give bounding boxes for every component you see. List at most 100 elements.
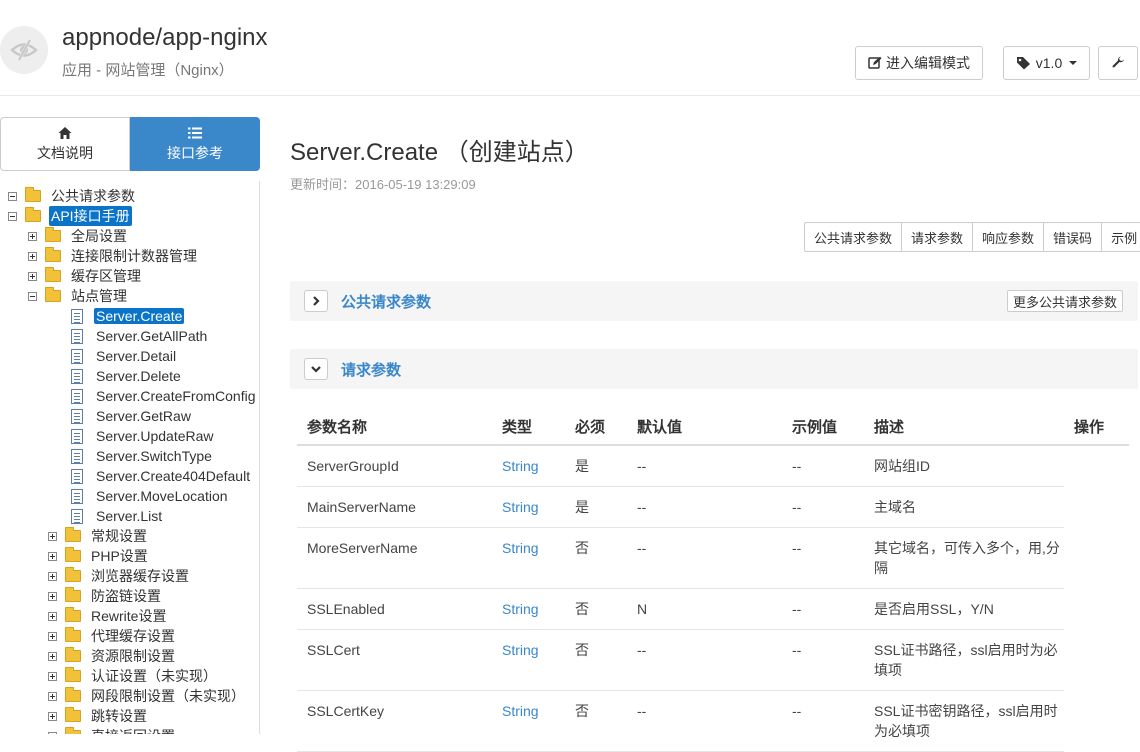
document-icon bbox=[71, 428, 83, 444]
tree-item-label: API接口手册 bbox=[49, 206, 132, 226]
folder-icon bbox=[65, 727, 81, 734]
expand-icon[interactable] bbox=[48, 691, 57, 701]
param-type[interactable]: String bbox=[492, 629, 565, 691]
folder-icon bbox=[65, 607, 81, 622]
collapse-icon[interactable] bbox=[8, 191, 17, 201]
expand-icon[interactable] bbox=[48, 531, 57, 541]
expand-icon[interactable] bbox=[48, 631, 57, 641]
param-description: SSL证书密钥路径，ssl启用时为必填项 bbox=[864, 690, 1064, 752]
expand-icon[interactable] bbox=[48, 571, 57, 581]
expand-icon[interactable] bbox=[48, 671, 57, 681]
tree-item-folder[interactable]: 公共请求参数 bbox=[8, 186, 137, 206]
tree-item-doc[interactable]: Server.CreateFromConfig bbox=[71, 386, 258, 406]
document-icon bbox=[71, 328, 83, 344]
tree-item-doc[interactable]: Server.SwitchType bbox=[71, 446, 214, 466]
param-description: 其它域名，可传入多个，用,分隔 bbox=[864, 527, 1064, 589]
param-actions bbox=[1064, 589, 1129, 630]
chevron-down-icon bbox=[1069, 61, 1078, 65]
tree-item-label: Server.Create bbox=[94, 308, 185, 324]
tree-item-doc[interactable]: Server.MoveLocation bbox=[71, 486, 230, 506]
version-dropdown[interactable]: v1.0 bbox=[1003, 46, 1090, 80]
tree-item-doc[interactable]: Server.Create404Default bbox=[71, 466, 252, 486]
tab-docs-label: 文档说明 bbox=[37, 144, 93, 161]
expand-icon[interactable] bbox=[48, 611, 57, 621]
document-icon bbox=[71, 408, 83, 424]
param-type[interactable]: String bbox=[492, 445, 565, 487]
expand-icon[interactable] bbox=[48, 551, 57, 561]
tab-docs[interactable]: 文档说明 bbox=[0, 117, 130, 171]
tree-item-label: 浏览器缓存设置 bbox=[91, 568, 189, 584]
tree-item-folder[interactable]: 连接限制计数器管理 bbox=[28, 246, 199, 266]
expand-icon[interactable] bbox=[48, 591, 57, 601]
tree-item-folder[interactable]: 网段限制设置（未实现） bbox=[48, 686, 247, 706]
document-icon bbox=[71, 348, 83, 364]
param-actions bbox=[1064, 445, 1129, 487]
section-button-request-params[interactable]: 请求参数 bbox=[902, 223, 974, 251]
tab-api-reference[interactable]: 接口参考 bbox=[130, 117, 260, 171]
document-icon bbox=[71, 308, 83, 324]
tree-item-folder[interactable]: PHP设置 bbox=[48, 546, 150, 566]
param-type[interactable]: String bbox=[492, 486, 565, 528]
expand-toggle[interactable] bbox=[304, 290, 328, 312]
sidebar-tabs: 文档说明 接口参考 bbox=[0, 117, 260, 171]
section-button-public-params[interactable]: 公共请求参数 bbox=[805, 223, 903, 251]
param-type[interactable]: String bbox=[492, 588, 565, 630]
tree-item-folder[interactable]: 全局设置 bbox=[28, 226, 129, 246]
tree-item-folder[interactable]: API接口手册 bbox=[8, 206, 132, 226]
collapse-toggle[interactable] bbox=[304, 358, 328, 380]
tree-item-folder[interactable]: 跳转设置 bbox=[48, 706, 149, 726]
expand-icon[interactable] bbox=[28, 251, 37, 261]
param-type[interactable]: String bbox=[492, 527, 565, 589]
tree-item-folder[interactable]: 代理缓存设置 bbox=[48, 626, 177, 646]
public-params-heading[interactable]: 公共请求参数 bbox=[341, 291, 431, 312]
more-public-params-button[interactable]: 更多公共请求参数 bbox=[1006, 290, 1123, 312]
tree-item-doc[interactable]: Server.GetRaw bbox=[71, 406, 193, 426]
param-example: -- bbox=[782, 486, 864, 528]
section-button-error-codes[interactable]: 错误码 bbox=[1044, 223, 1103, 251]
folder-icon bbox=[65, 707, 81, 722]
tree-item-doc[interactable]: Server.UpdateRaw bbox=[71, 426, 216, 446]
tab-api-reference-label: 接口参考 bbox=[167, 144, 223, 161]
tree-item-folder[interactable]: 缓存区管理 bbox=[28, 266, 143, 286]
tree-item-label: 网段限制设置（未实现） bbox=[91, 688, 245, 704]
tree-item-doc[interactable]: Server.Delete bbox=[71, 366, 183, 386]
document-icon bbox=[71, 488, 83, 504]
folder-icon bbox=[65, 567, 81, 582]
request-params-heading[interactable]: 请求参数 bbox=[341, 359, 401, 380]
column-header: 默认值 bbox=[627, 408, 782, 446]
tree-item-doc[interactable]: Server.Detail bbox=[71, 346, 178, 366]
tree-item-label: 全局设置 bbox=[71, 228, 127, 244]
collapse-icon[interactable] bbox=[28, 291, 37, 301]
tree-item-folder[interactable]: 防盗链设置 bbox=[48, 586, 163, 606]
tree-item-doc[interactable]: Server.List bbox=[71, 506, 164, 526]
tree-item-folder[interactable]: 直接返回设置 bbox=[48, 726, 177, 734]
expand-icon[interactable] bbox=[48, 651, 57, 661]
collapse-icon[interactable] bbox=[8, 211, 17, 221]
param-type[interactable]: String bbox=[492, 690, 565, 752]
tree-item-folder[interactable]: 资源限制设置 bbox=[48, 646, 177, 666]
tree-item-doc[interactable]: Server.Create bbox=[71, 306, 185, 326]
expand-icon[interactable] bbox=[28, 271, 37, 281]
param-actions bbox=[1064, 630, 1129, 691]
tree-item-folder[interactable]: 浏览器缓存设置 bbox=[48, 566, 191, 586]
tree-item-folder[interactable]: Rewrite设置 bbox=[48, 606, 168, 626]
app-header: appnode/app-nginx 应用 - 网站管理（Nginx） 进入编辑模… bbox=[0, 0, 1140, 96]
expand-icon[interactable] bbox=[28, 231, 37, 241]
expand-icon[interactable] bbox=[48, 711, 57, 721]
section-button-response-params[interactable]: 响应参数 bbox=[973, 223, 1045, 251]
edit-mode-button[interactable]: 进入编辑模式 bbox=[855, 46, 983, 80]
param-required: 是 bbox=[565, 486, 627, 528]
table-row: MainServerName String 是 -- -- 主域名 bbox=[297, 486, 1129, 528]
param-example: -- bbox=[782, 629, 864, 691]
document-icon bbox=[71, 468, 83, 484]
settings-button[interactable] bbox=[1098, 46, 1138, 80]
page-title: Server.Create （创建站点） bbox=[290, 139, 589, 166]
tree-item-folder[interactable]: 常规设置 bbox=[48, 526, 149, 546]
tree-item-folder[interactable]: 认证设置（未实现） bbox=[48, 666, 219, 686]
tree-item-folder[interactable]: 站点管理 bbox=[28, 286, 129, 306]
param-description: SSL证书路径，ssl启用时为必填项 bbox=[864, 629, 1064, 691]
folder-icon bbox=[45, 227, 61, 242]
section-button-examples[interactable]: 示例 bbox=[1102, 223, 1140, 251]
param-required: 否 bbox=[565, 629, 627, 691]
tree-item-doc[interactable]: Server.GetAllPath bbox=[71, 326, 209, 346]
